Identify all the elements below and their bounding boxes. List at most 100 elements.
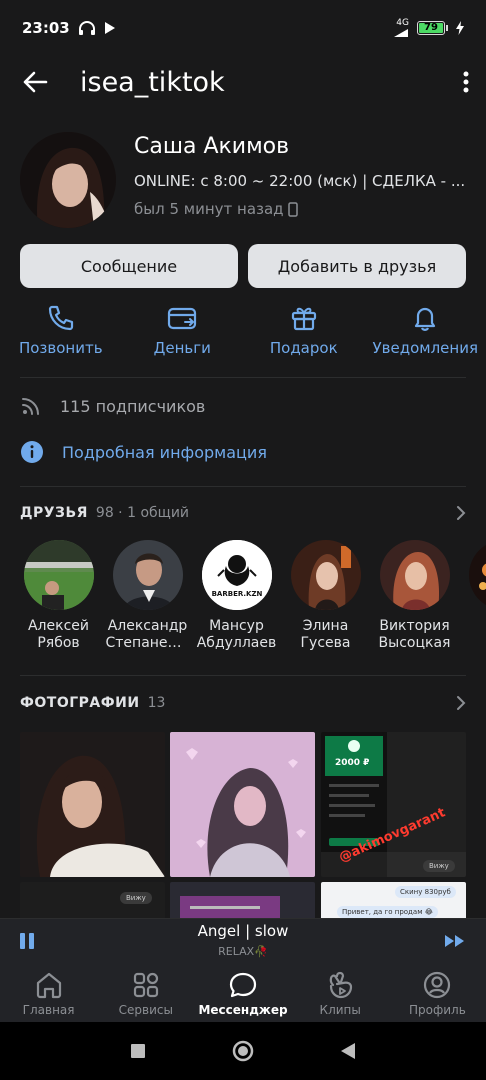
friend-name: Ал — [462, 618, 486, 635]
friend-avatar — [468, 540, 486, 610]
network-type: 4G — [396, 17, 409, 28]
photos-header[interactable]: ФОТОГРАФИИ 13 — [20, 695, 466, 711]
friend-item[interactable]: Алексей Рябов — [14, 540, 103, 652]
friend-surname: Высоцкая — [378, 635, 451, 651]
details-row[interactable]: Подробная информация — [20, 440, 267, 464]
tab-messenger[interactable]: Мессенджер — [194, 964, 291, 1022]
track-artist: RELAX🥀 — [218, 945, 268, 958]
system-navigation-bar — [0, 1022, 486, 1080]
tab-label: Мессенджер — [198, 1002, 288, 1017]
last-seen-text: был 5 минут назад — [134, 200, 284, 218]
screen-title: isea_tiktok — [80, 66, 225, 98]
home-icon — [36, 972, 61, 998]
photo-thumbnail[interactable]: Скину 830руб Привет, да го продам 😂 — [321, 882, 466, 920]
avatar[interactable] — [20, 132, 116, 228]
call-label: Позвонить — [18, 339, 103, 357]
payment-amount: 2000 ₽ — [335, 758, 370, 768]
barber-logo-text: BARBER.KZN — [211, 590, 262, 598]
photo-thumbnail[interactable] — [170, 882, 315, 920]
friends-list: Алексей Рябов Александр Степанен... BARB… — [14, 540, 486, 652]
headphones-icon — [78, 21, 95, 35]
call-button[interactable]: Позвонить — [1, 303, 121, 357]
friend-avatar — [112, 540, 183, 610]
money-button[interactable]: Деньги — [122, 303, 242, 357]
recents-icon[interactable] — [130, 1043, 146, 1059]
more-vertical-icon — [463, 71, 469, 93]
info-icon — [21, 441, 43, 463]
bell-icon — [415, 307, 436, 331]
photos-grid: 2000 ₽ @akimovgarant Вижу Вижу Скину 830… — [20, 732, 466, 920]
friend-avatar — [23, 540, 94, 610]
arrow-left-icon — [23, 71, 48, 93]
friends-header[interactable]: ДРУЗЬЯ 98 · 1 общий — [20, 505, 466, 521]
play-notification-icon — [104, 22, 115, 34]
friend-name: Виктория — [379, 618, 450, 634]
add-friend-button[interactable]: Добавить в друзья — [248, 244, 466, 288]
friend-avatar: BARBER.KZN — [201, 540, 272, 610]
friend-item[interactable]: Элина Гусева — [281, 540, 370, 652]
rss-icon — [22, 398, 39, 415]
chat-snippet: Привет, да го продам 😂 — [337, 906, 438, 918]
chat-snippet: Вижу — [120, 892, 152, 904]
friend-surname: Абдуллаев — [196, 635, 277, 651]
friend-surname: Гусева — [300, 635, 351, 651]
chevron-right-icon — [457, 696, 466, 710]
photos-count: 13 — [147, 695, 166, 711]
gift-label: Подарок — [269, 339, 338, 357]
gift-button[interactable]: Подарок — [244, 303, 364, 357]
friend-name: Мансур — [209, 618, 264, 634]
friend-item[interactable]: BARBER.KZN Мансур Абдуллаев — [192, 540, 281, 652]
followers-count: 115 подписчиков — [60, 396, 206, 416]
friend-name: Элина — [302, 618, 349, 634]
friend-item[interactable]: Ал Бонд — [459, 540, 486, 652]
next-track-icon[interactable] — [444, 933, 466, 949]
back-nav-icon[interactable] — [340, 1042, 356, 1060]
tab-clips[interactable]: Клипы — [292, 964, 389, 1022]
tab-label: Профиль — [409, 1002, 466, 1017]
money-label: Деньги — [153, 339, 211, 357]
photo-thumbnail[interactable]: 2000 ₽ @akimovgarant Вижу — [321, 732, 466, 877]
photo-thumbnail[interactable]: Вижу — [20, 882, 165, 920]
messenger-icon — [229, 972, 257, 997]
charging-icon — [456, 21, 464, 35]
friend-name: Александр — [107, 618, 188, 634]
tab-profile[interactable]: Профиль — [389, 964, 486, 1022]
profile-icon — [424, 971, 451, 998]
back-button[interactable] — [0, 56, 70, 108]
tab-label: Клипы — [319, 1002, 361, 1017]
status-time: 23:03 — [22, 19, 70, 37]
notifications-label: Уведомления — [372, 339, 478, 357]
friend-item[interactable]: Александр Степанен... — [103, 540, 192, 652]
more-button[interactable] — [446, 56, 486, 108]
clips-icon — [329, 971, 353, 998]
notifications-button[interactable]: Уведомления — [365, 303, 485, 357]
tab-services[interactable]: Сервисы — [97, 964, 194, 1022]
battery-level: 79 — [419, 23, 443, 33]
home-button-icon[interactable] — [232, 1040, 254, 1062]
friend-surname: Бонд — [462, 635, 486, 652]
money-icon — [168, 307, 197, 330]
profile-status: ONLINE: с 8:00 ~ 22:00 (мск) | СДЕЛКА - … — [134, 172, 466, 190]
photos-title: ФОТОГРАФИИ — [20, 695, 140, 711]
details-link: Подробная информация — [62, 442, 267, 462]
track-title: Angel | slow — [197, 922, 289, 940]
photo-thumbnail[interactable] — [20, 732, 165, 877]
tab-label: Сервисы — [118, 1002, 173, 1017]
services-icon — [133, 972, 158, 997]
tab-home[interactable]: Главная — [0, 964, 97, 1022]
signal-icon — [394, 28, 408, 37]
friend-avatar — [290, 540, 361, 610]
profile-name: Саша Акимов — [134, 134, 290, 159]
photo-thumbnail[interactable] — [170, 732, 315, 877]
followers-row[interactable]: 115 подписчиков — [20, 395, 205, 417]
audio-player[interactable]: Angel | slow RELAX🥀 — [0, 918, 486, 964]
tab-label: Главная — [22, 1002, 75, 1017]
gift-icon — [291, 307, 316, 331]
secondary-actions: Позвонить Деньги Подарок Уведомления — [0, 303, 486, 357]
friend-item[interactable]: Виктория Высоцкая — [370, 540, 459, 652]
divider — [20, 675, 466, 676]
phone-icon — [48, 305, 73, 331]
primary-actions: Сообщение Добавить в друзья — [20, 244, 466, 288]
bottom-tab-bar: Главная Сервисы Мессенджер Клипы Профиль — [0, 964, 486, 1022]
message-button[interactable]: Сообщение — [20, 244, 238, 288]
